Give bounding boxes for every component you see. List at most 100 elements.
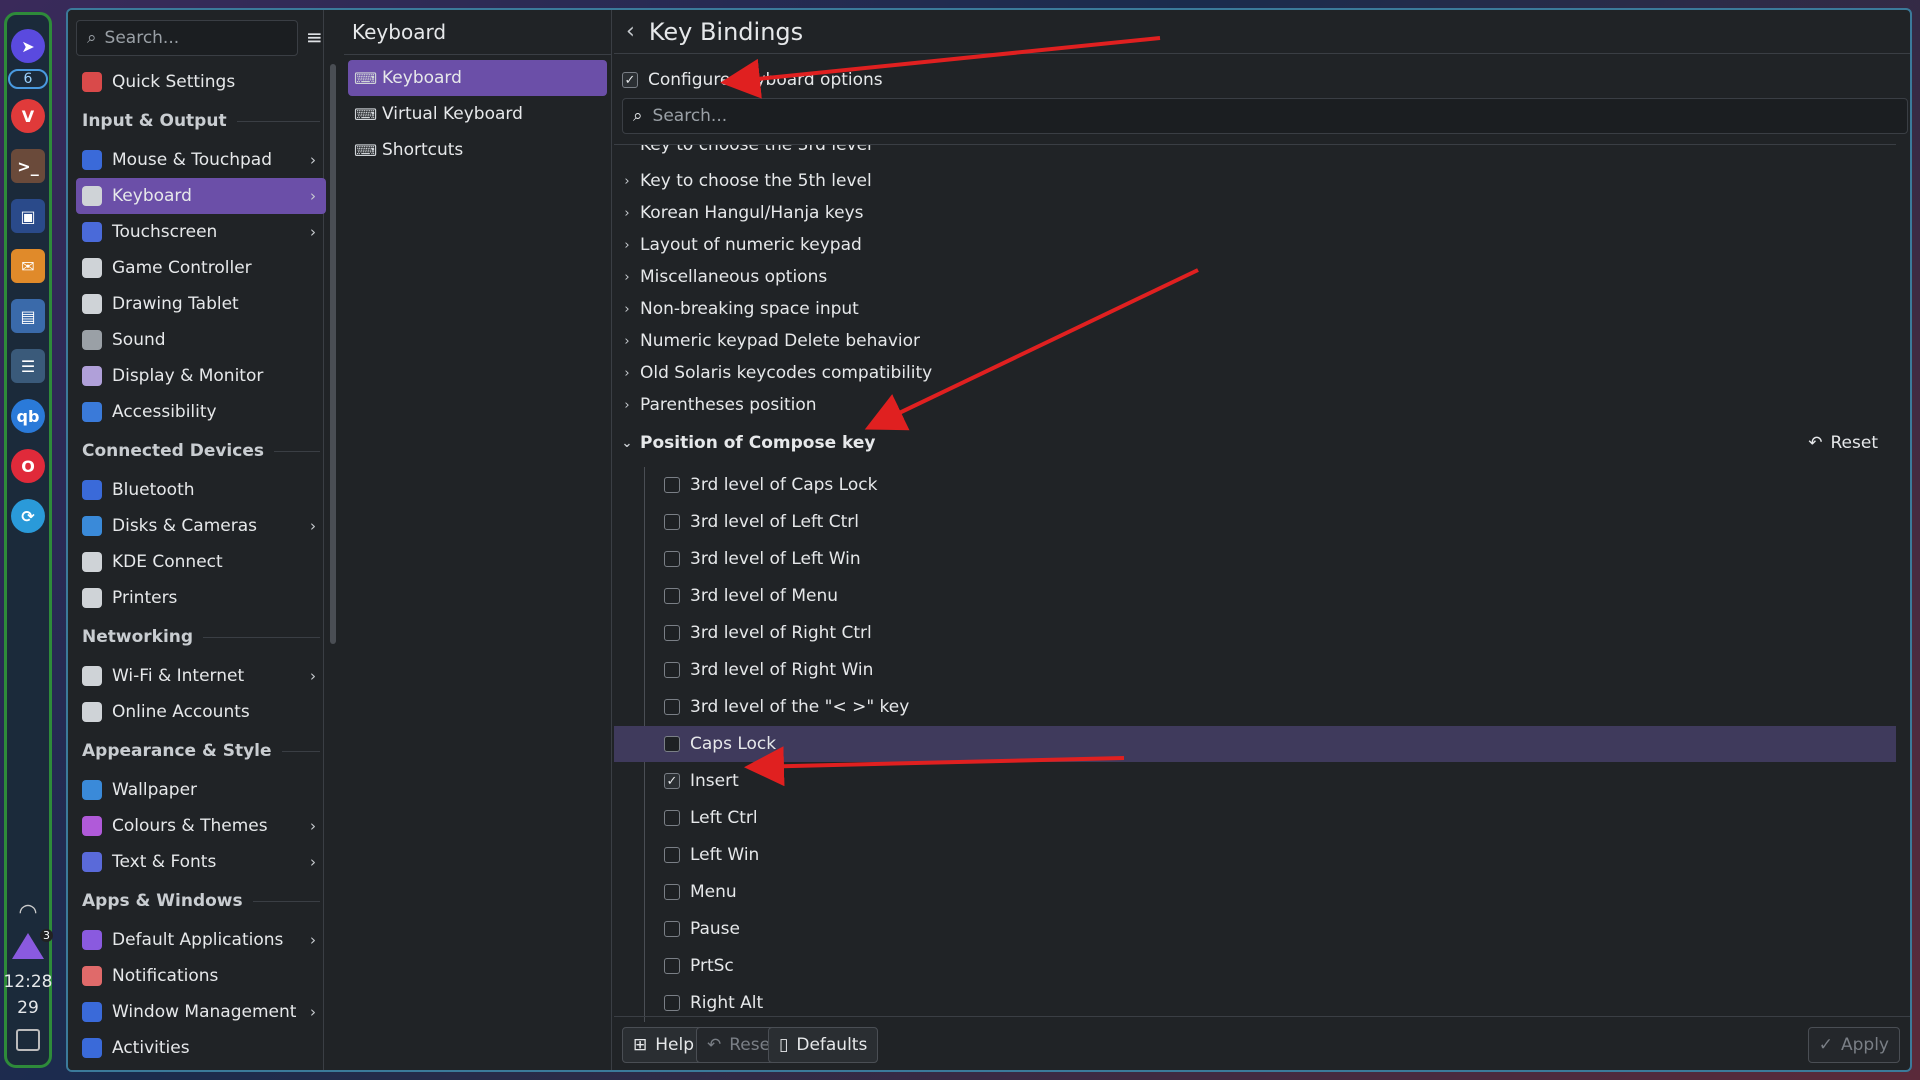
option-checkbox[interactable] <box>664 514 680 530</box>
launcher-icon[interactable]: ➤ <box>11 29 45 63</box>
option-group-row[interactable]: › Parentheses position <box>614 389 1896 421</box>
sidebar-item-default-applications[interactable]: Default Applications › <box>76 922 326 958</box>
qbittorrent-icon[interactable]: qb <box>11 399 45 433</box>
option-group-row[interactable]: › Miscellaneous options <box>614 261 1896 293</box>
sidebar-scrollbar[interactable] <box>330 64 336 644</box>
hamburger-menu-icon[interactable]: ≡ <box>306 27 324 47</box>
option-checkbox[interactable] <box>664 810 680 826</box>
option-checkbox[interactable] <box>664 477 680 493</box>
sidebar-item-wallpaper[interactable]: Wallpaper <box>76 772 326 808</box>
defaults-button[interactable]: ▯ Defaults <box>768 1027 879 1063</box>
option-row[interactable]: Caps Lock <box>614 726 1896 762</box>
sidebar-item-game-controller[interactable]: Game Controller <box>76 250 326 286</box>
back-arrow-icon[interactable]: ‹ <box>626 19 635 44</box>
apply-button[interactable]: ✓ Apply <box>1807 1027 1900 1063</box>
file-manager-icon[interactable]: ▤ <box>11 299 45 333</box>
sidebar-item-label: Text & Fonts <box>112 852 217 872</box>
sidebar-item-colours-themes[interactable]: Colours & Themes › <box>76 808 326 844</box>
option-checkbox[interactable] <box>664 699 680 715</box>
options-search[interactable]: ⌕ <box>622 98 1908 134</box>
option-checkbox[interactable]: ✓ <box>664 773 680 789</box>
option-checkbox[interactable] <box>664 736 680 752</box>
option-row[interactable]: 3rd level of Caps Lock <box>614 467 1896 503</box>
sidebar-item-text-fonts[interactable]: Text & Fonts › <box>76 844 326 880</box>
notifications-tray-icon[interactable]: 3 <box>12 929 53 959</box>
option-row[interactable]: Menu <box>614 874 1896 910</box>
option-row[interactable]: 3rd level of Right Win <box>614 652 1896 688</box>
sidebar-item-mouse-touchpad[interactable]: Mouse & Touchpad › <box>76 142 326 178</box>
option-row[interactable]: 3rd level of Left Ctrl <box>614 504 1896 540</box>
option-group-label: Old Solaris keycodes compatibility <box>640 363 933 383</box>
terminal-icon[interactable]: >_ <box>11 149 45 183</box>
sidebar-item-bluetooth[interactable]: Bluetooth <box>76 472 326 508</box>
sidebar-search-input[interactable] <box>104 28 275 48</box>
sidebar-item-keyboard[interactable]: Keyboard › <box>76 178 326 214</box>
option-group-row[interactable]: › Numeric keypad Delete behavior <box>614 325 1896 357</box>
option-row[interactable]: ✓ Insert <box>614 763 1896 799</box>
sidebar-search[interactable]: ⌕ <box>76 20 298 56</box>
option-checkbox[interactable] <box>664 884 680 900</box>
kdeconnect-dock-icon[interactable]: ⟳ <box>11 499 45 533</box>
sidebar-item-label: Display & Monitor <box>112 366 264 386</box>
option-row[interactable]: PrtSc <box>614 948 1896 984</box>
konsole-icon[interactable]: ▣ <box>11 199 45 233</box>
sidebar-item-sound[interactable]: Sound <box>76 322 326 358</box>
option-group-row[interactable]: › Old Solaris keycodes compatibility <box>614 357 1896 389</box>
option-row[interactable]: 3rd level of the "< >" key <box>614 689 1896 725</box>
option-group-row[interactable]: › Key to choose the 5th level <box>614 165 1896 197</box>
sidebar-item-activities[interactable]: Activities <box>76 1030 326 1066</box>
opera-icon[interactable]: O <box>11 449 45 483</box>
sidebar-item-printers[interactable]: Printers <box>76 580 326 616</box>
configure-options-checkbox[interactable]: ✓ <box>622 72 638 88</box>
sidebar-item-wi-fi-internet[interactable]: Wi-Fi & Internet › <box>76 658 326 694</box>
group-reset-button[interactable]: ↶ Reset <box>1808 433 1878 453</box>
option-checkbox[interactable] <box>664 588 680 604</box>
sidebar-section-header: Input & Output <box>76 100 326 142</box>
sidebar-item-disks-cameras[interactable]: Disks & Cameras › <box>76 508 326 544</box>
option-group-row[interactable]: › Korean Hangul/Hanja keys <box>614 197 1896 229</box>
wifi-icon[interactable]: ◠ <box>18 900 37 925</box>
subpage-shortcuts[interactable]: ⌨ Shortcuts <box>348 132 607 168</box>
sidebar-item-online-accounts[interactable]: Online Accounts <box>76 694 326 730</box>
option-group-row[interactable]: › Non-breaking space input <box>614 293 1896 325</box>
option-row[interactable]: Left Ctrl <box>614 800 1896 836</box>
sidebar-item-accessibility[interactable]: Accessibility <box>76 394 326 430</box>
virtual-desktop-badge[interactable]: 6 <box>8 69 48 89</box>
options-search-input[interactable] <box>652 106 1753 126</box>
clock-date[interactable]: 29 <box>17 995 39 1021</box>
clock-time[interactable]: 12:28 <box>4 969 53 995</box>
sidebar-item-touchscreen[interactable]: Touchscreen › <box>76 214 326 250</box>
option-row[interactable]: 3rd level of Left Win <box>614 541 1896 577</box>
option-checkbox[interactable] <box>664 958 680 974</box>
sidebar-item-notifications[interactable]: Notifications <box>76 958 326 994</box>
option-checkbox[interactable] <box>664 662 680 678</box>
chevron-right-icon: › <box>624 237 630 253</box>
tree-row-partial[interactable]: Key to choose the 3rd level <box>614 145 1896 159</box>
help-button[interactable]: ⊞ Help <box>622 1027 706 1063</box>
chevron-right-icon: › <box>310 667 316 685</box>
sidebar-item-display-monitor[interactable]: Display & Monitor <box>76 358 326 394</box>
show-desktop-icon[interactable] <box>16 1029 40 1051</box>
mail-icon[interactable]: ✉ <box>11 249 45 283</box>
sidebar-item-window-management[interactable]: Window Management › <box>76 994 326 1030</box>
vivaldi-icon[interactable]: V <box>11 99 45 133</box>
sidebar-item-drawing-tablet[interactable]: Drawing Tablet <box>76 286 326 322</box>
option-checkbox[interactable] <box>664 921 680 937</box>
subpage-keyboard[interactable]: ⌨ Keyboard <box>348 60 607 96</box>
sidebar-item-quick-settings[interactable]: Quick Settings <box>76 64 326 100</box>
option-row[interactable]: 3rd level of Right Ctrl <box>614 615 1896 651</box>
option-group-label: Numeric keypad Delete behavior <box>640 331 921 351</box>
option-row[interactable]: 3rd level of Menu <box>614 578 1896 614</box>
option-row[interactable]: Pause <box>614 911 1896 947</box>
option-checkbox[interactable] <box>664 995 680 1011</box>
option-checkbox[interactable] <box>664 551 680 567</box>
option-checkbox[interactable] <box>664 625 680 641</box>
option-group-expanded[interactable]: ⌄ Position of Compose key ↶ Reset <box>614 427 1896 459</box>
option-group-row[interactable]: › Layout of numeric keypad <box>614 229 1896 261</box>
option-checkbox[interactable] <box>664 847 680 863</box>
system-settings-icon[interactable]: ☰ <box>11 349 45 383</box>
configure-options-toggle[interactable]: ✓ Configure keyboard options <box>622 70 883 90</box>
subpage-virtual-keyboard[interactable]: ⌨ Virtual Keyboard <box>348 96 607 132</box>
sidebar-item-kde-connect[interactable]: KDE Connect <box>76 544 326 580</box>
option-row[interactable]: Left Win <box>614 837 1896 873</box>
